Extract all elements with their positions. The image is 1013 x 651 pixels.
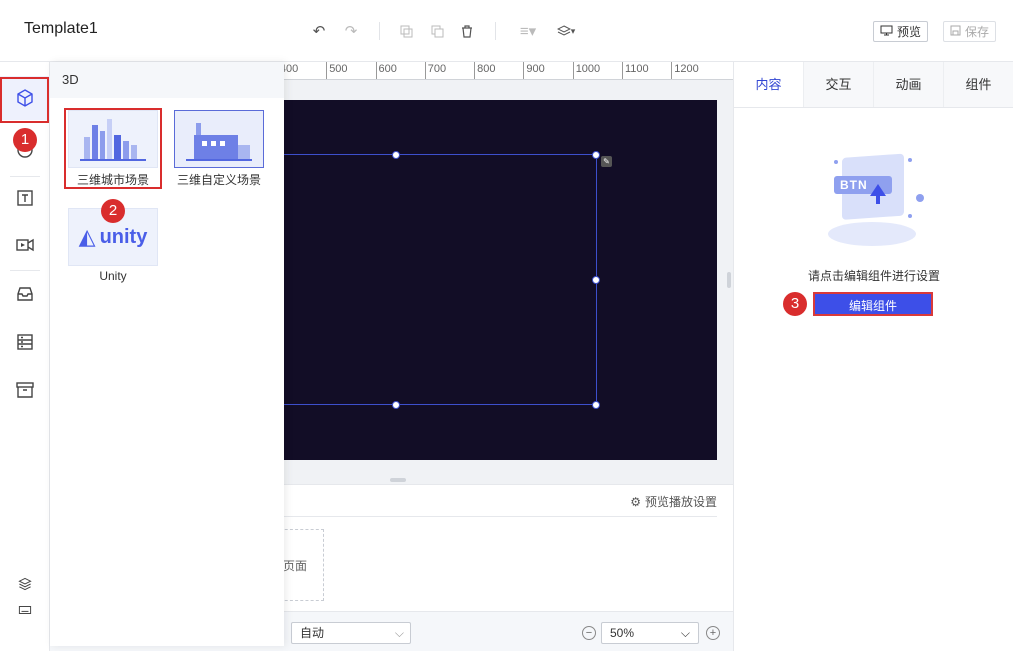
tab-interaction[interactable]: 交互	[804, 62, 874, 107]
ruler-tick: 900	[523, 62, 545, 79]
table-icon	[17, 334, 33, 350]
rail-item-media[interactable]	[0, 223, 50, 267]
component-label: Unity	[99, 269, 127, 283]
unity-logo-icon: ◭	[78, 224, 96, 249]
ruler-tick: 1100	[622, 62, 649, 79]
property-tabs: 内容 交互 动画 组件	[734, 62, 1013, 108]
rail-item-widget[interactable]	[0, 320, 50, 364]
tab-component[interactable]: 组件	[944, 62, 1013, 107]
preview-label: 预览	[897, 25, 922, 39]
component-card-custom[interactable]: 三维自定义场景	[174, 110, 264, 188]
rail-item-text[interactable]	[0, 176, 50, 220]
save-icon	[950, 25, 961, 39]
btn-illustration-label: BTN	[840, 178, 868, 192]
resize-handle[interactable]	[392, 401, 400, 409]
save-label: 保存	[965, 25, 990, 39]
callout-badge: 2	[101, 199, 125, 223]
scale-mode-value: 自动	[300, 626, 325, 640]
horizontal-splitter-handle[interactable]	[390, 478, 406, 482]
selection-box[interactable]	[284, 151, 600, 409]
custom-scene-thumbnail	[174, 110, 264, 168]
zoom-out-icon[interactable]: −	[582, 626, 596, 640]
text-icon	[17, 190, 33, 206]
copy-icon[interactable]	[397, 22, 415, 40]
archive-icon	[16, 382, 34, 398]
page-label: 页面	[282, 558, 307, 573]
top-toolbar: Template1 ↶ ↷ ≡▾ ▾ 预览 保存	[0, 0, 1013, 62]
highlight-box-rail	[0, 77, 49, 123]
vertical-splitter-handle[interactable]	[727, 272, 731, 288]
empty-state-illustration: BTN	[812, 150, 932, 252]
tab-animation[interactable]: 动画	[874, 62, 944, 107]
ruler-tick: 1200	[671, 62, 699, 79]
pencil-icon[interactable]: ✎	[601, 156, 612, 167]
pages-panel: ⚙ 预览播放设置 页面	[264, 484, 733, 611]
tab-content[interactable]: 内容	[734, 62, 804, 107]
canvas-stage[interactable]: ✎	[284, 100, 717, 460]
delete-icon[interactable]	[458, 22, 476, 40]
canvas-footer: 自动 ⌵ − 50% ⌵ +	[284, 611, 733, 651]
chevron-down-icon: ⌵	[680, 626, 690, 640]
keyboard-icon	[18, 606, 32, 614]
preview-settings-link[interactable]: ⚙ 预览播放设置	[630, 493, 717, 510]
toolbar-divider	[379, 22, 380, 40]
paste-icon[interactable]	[428, 22, 446, 40]
video-icon	[16, 238, 34, 252]
properties-panel: 内容 交互 动画 组件 BTN 请点击编辑组件进行设置 编辑组件	[733, 62, 1013, 651]
rail-item-keyboard[interactable]	[0, 596, 50, 624]
component-label: 三维自定义场景	[176, 173, 261, 187]
scale-mode-select[interactable]: 自动 ⌵	[291, 622, 411, 644]
zoom-in-icon[interactable]: +	[706, 626, 720, 640]
ruler-tick: 600	[375, 62, 397, 79]
align-dropdown-icon[interactable]: ≡▾	[516, 22, 540, 40]
rail-item-material[interactable]	[0, 272, 50, 316]
ruler-tick: 1000	[572, 62, 600, 79]
unity-logo-text: unity	[99, 225, 148, 248]
preview-button[interactable]: 预览	[873, 21, 929, 42]
rail-item-layers[interactable]	[0, 570, 50, 598]
rail-item-archive[interactable]	[0, 368, 50, 412]
ruler-tick: 700	[424, 62, 446, 79]
layer-dropdown-icon[interactable]: ▾	[554, 22, 578, 40]
inbox-icon	[17, 287, 33, 301]
highlight-box-city	[64, 108, 162, 189]
callout-badge: 1	[13, 128, 37, 152]
resize-handle[interactable]	[592, 276, 600, 284]
pages-divider	[284, 516, 717, 517]
resize-handle[interactable]	[592, 401, 600, 409]
undo-icon[interactable]: ↶	[310, 22, 328, 40]
gear-icon: ⚙	[630, 494, 641, 509]
monitor-icon	[880, 25, 893, 39]
save-button[interactable]: 保存	[943, 21, 997, 42]
redo-icon[interactable]: ↷	[342, 22, 360, 40]
layers-icon	[18, 577, 32, 591]
resize-handle[interactable]	[392, 151, 400, 159]
ruler-tick: 500	[326, 62, 348, 79]
zoom-value: 50%	[610, 626, 635, 640]
zoom-select[interactable]: 50% ⌵	[601, 622, 699, 644]
chevron-down-icon: ⌵	[394, 626, 404, 640]
ruler-tick: 800	[474, 62, 495, 79]
preview-settings-label: 预览播放设置	[644, 495, 717, 509]
callout-badge: 3	[783, 292, 807, 316]
app-title: Template1	[24, 20, 98, 37]
toolbar-divider	[495, 22, 496, 40]
panel-heading: 3D	[50, 62, 284, 98]
empty-state-hint: 请点击编辑组件进行设置	[807, 269, 940, 283]
rail-divider	[10, 270, 40, 271]
edit-component-button[interactable]: 编辑组件	[813, 292, 933, 316]
resize-handle[interactable]	[592, 151, 600, 159]
